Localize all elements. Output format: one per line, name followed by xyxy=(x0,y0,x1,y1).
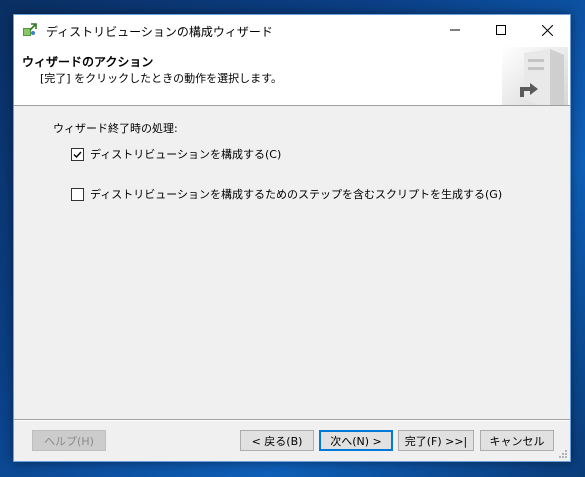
wizard-header: ウィザードのアクション [完了] をクリックしたときの動作を選択します。 xyxy=(14,45,570,106)
maximize-icon xyxy=(496,25,506,35)
wizard-window: ディストリビューションの構成ウィザード ウィザードのアクション [完了] をクリ… xyxy=(13,14,571,462)
window-title: ディストリビューションの構成ウィザード xyxy=(46,25,273,39)
title-bar[interactable]: ディストリビューションの構成ウィザード xyxy=(14,15,570,45)
configure-distribution-label[interactable]: ディストリビューションを構成する(C) xyxy=(90,146,281,162)
help-button[interactable]: ヘルプ(H) xyxy=(32,430,106,451)
generate-script-label[interactable]: ディストリビューションを構成するためのステップを含むスクリプトを生成する(G) xyxy=(90,186,502,202)
close-button[interactable] xyxy=(524,15,570,45)
configure-distribution-checkbox[interactable] xyxy=(71,147,84,161)
footer-divider-highlight xyxy=(14,420,570,421)
next-button[interactable]: 次へ(N) > xyxy=(319,430,393,451)
finish-button[interactable]: 完了(F) >>| xyxy=(398,430,474,451)
resize-grip-icon[interactable] xyxy=(556,447,568,459)
minimize-button[interactable] xyxy=(432,15,478,45)
page-title: ウィザードのアクション xyxy=(22,55,154,69)
wizard-app-icon xyxy=(22,22,38,38)
checkmark-icon xyxy=(73,151,82,158)
cancel-button[interactable]: キャンセル xyxy=(480,430,554,451)
back-button[interactable]: < 戻る(B) xyxy=(240,430,314,451)
wizard-content: ウィザード終了時の処理: ディストリビューションを構成する(C) ディストリビュ… xyxy=(14,106,570,419)
configure-distribution-option[interactable]: ディストリビューションを構成する(C) xyxy=(71,146,281,162)
desktop-background: ディストリビューションの構成ウィザード ウィザードのアクション [完了] をクリ… xyxy=(0,0,585,477)
generate-script-option[interactable]: ディストリビューションを構成するためのステップを含むスクリプトを生成する(G) xyxy=(71,186,502,202)
wizard-header-graphic xyxy=(502,47,568,105)
section-label: ウィザード終了時の処理: xyxy=(53,122,178,135)
maximize-button[interactable] xyxy=(478,15,524,45)
minimize-icon xyxy=(450,29,460,31)
close-icon xyxy=(541,24,553,36)
page-subtitle: [完了] をクリックしたときの動作を選択します。 xyxy=(40,72,282,85)
generate-script-checkbox[interactable] xyxy=(71,187,84,201)
